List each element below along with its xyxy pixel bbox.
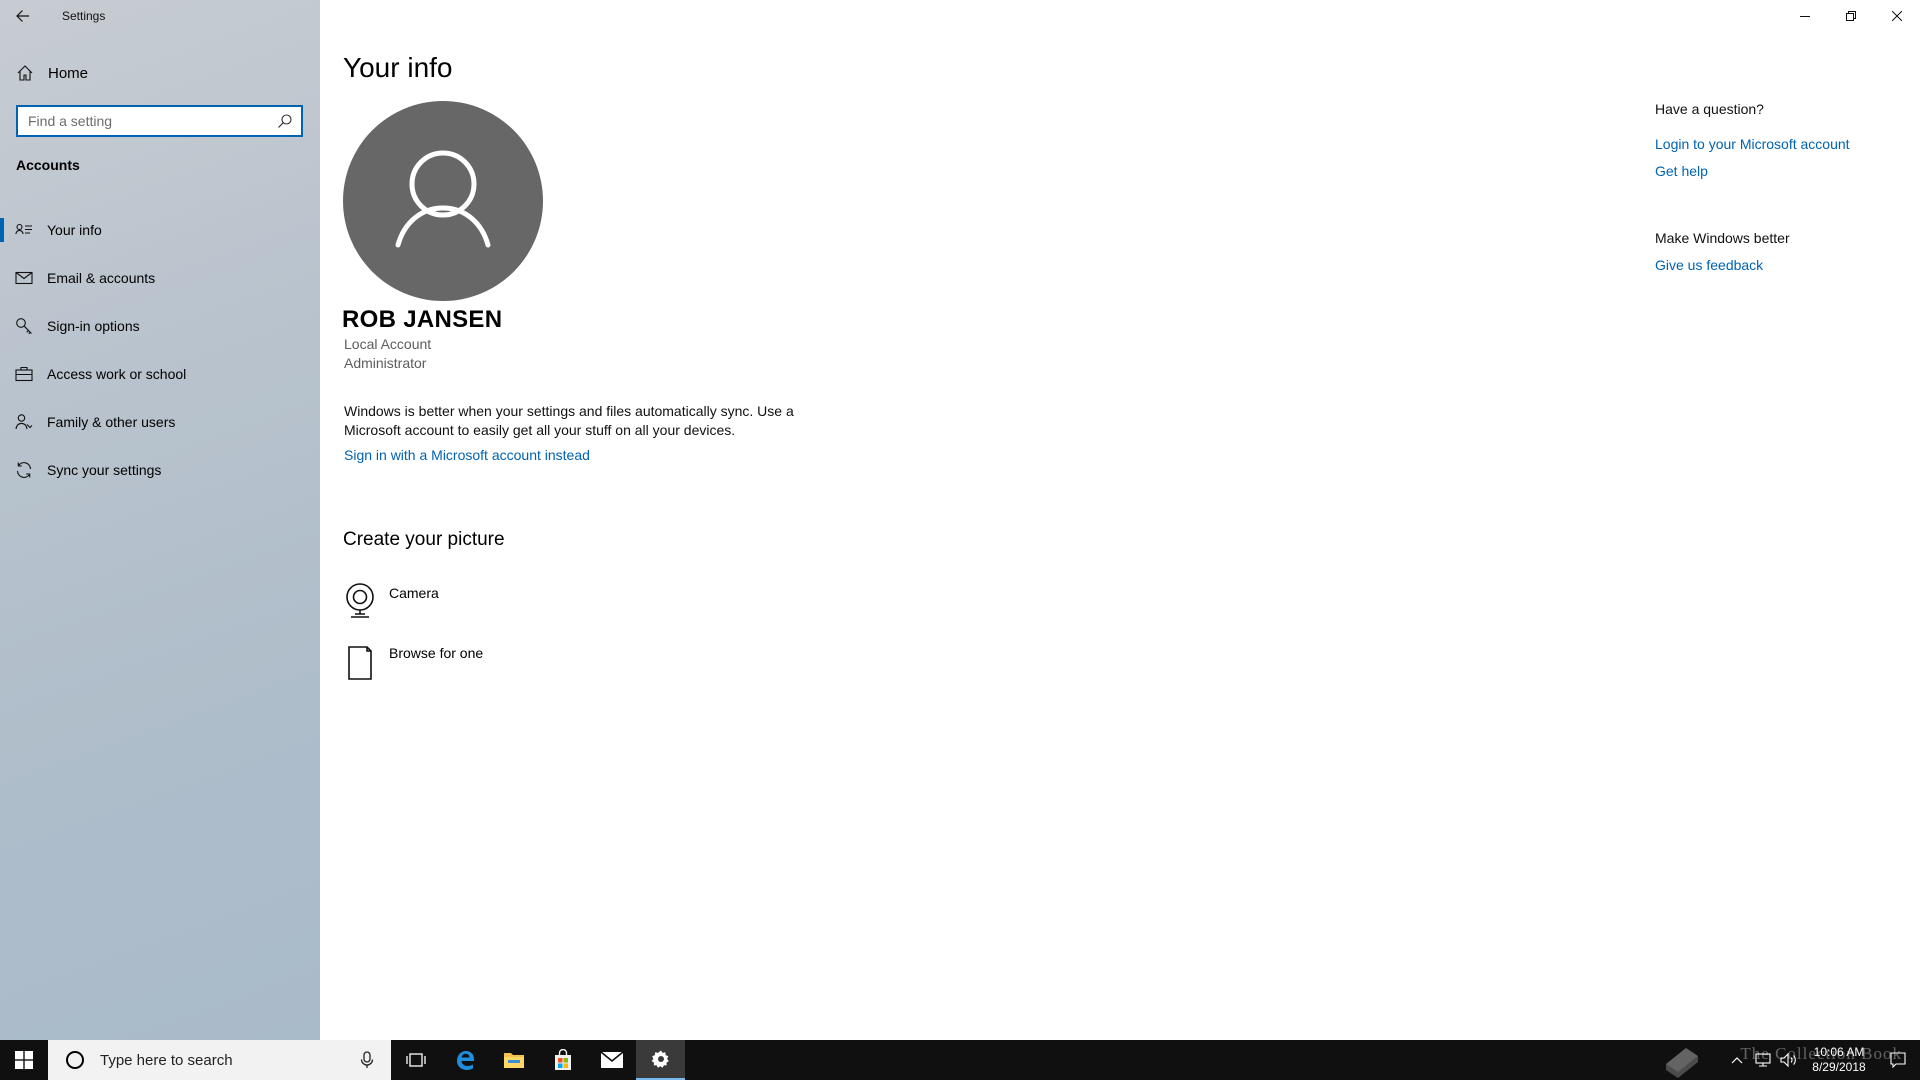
browse-option-label: Browse for one [389, 645, 484, 661]
main-content: Your info ROB JANSEN Local Account Admin… [320, 0, 1920, 1040]
minimize-button[interactable] [1782, 0, 1828, 32]
close-icon [1892, 11, 1902, 21]
microsoft-signin-link[interactable]: Sign in with a Microsoft account instead [344, 447, 590, 463]
restore-icon [1846, 11, 1856, 21]
sidebar-item-email-accounts[interactable]: Email & accounts [0, 254, 320, 302]
sidebar-item-label: Sign-in options [47, 318, 140, 334]
avatar [343, 101, 543, 301]
store-button[interactable] [538, 1040, 587, 1080]
taskbar-search-placeholder: Type here to search [100, 1051, 233, 1069]
folder-icon [503, 1053, 524, 1068]
sidebar-item-sync-settings[interactable]: Sync your settings [0, 446, 320, 494]
sidebar-item-access-work[interactable]: Access work or school [0, 350, 320, 398]
camera-icon [346, 583, 374, 618]
restore-button[interactable] [1828, 0, 1874, 32]
get-help-link[interactable]: Get help [1655, 163, 1708, 179]
edge-browser-button[interactable] [440, 1040, 489, 1080]
make-windows-better-heading: Make Windows better [1655, 230, 1790, 246]
cortana-icon [66, 1051, 84, 1069]
sidebar-item-your-info[interactable]: Your info [0, 206, 320, 254]
system-tray: The Collection Book 10:06 AM 8/29/2018 [1666, 1040, 1920, 1080]
titlebar: Settings [0, 0, 320, 32]
mail-app-button[interactable] [587, 1040, 636, 1080]
sidebar-item-label: Access work or school [47, 366, 187, 382]
account-role: Administrator [344, 355, 427, 371]
document-icon [348, 646, 372, 680]
mail-app-icon [599, 1051, 624, 1068]
edge-icon [456, 1051, 474, 1070]
briefcase-icon [15, 366, 33, 382]
task-view-button[interactable] [391, 1040, 440, 1080]
sidebar-item-label: Home [48, 64, 89, 82]
back-button[interactable] [0, 0, 46, 32]
sidebar-item-home[interactable]: Home [0, 56, 320, 90]
watermark-logo-icon [1666, 1048, 1698, 1078]
sync-message: Windows is better when your settings and… [344, 403, 794, 438]
taskbar-search-box[interactable]: Type here to search [48, 1040, 391, 1080]
start-button[interactable] [0, 1040, 48, 1080]
contact-card-icon [15, 223, 32, 235]
back-arrow-icon [16, 10, 29, 22]
microphone-icon[interactable] [357, 1050, 377, 1070]
taskbar: Type here to search The Collection Book … [0, 1040, 1920, 1080]
sidebar-nav: Your info Email & accounts Sign-in optio… [0, 206, 320, 494]
give-feedback-link[interactable]: Give us feedback [1655, 257, 1763, 273]
sidebar-item-label: Family & other users [47, 414, 176, 430]
gear-icon [651, 1050, 669, 1068]
sidebar-item-label: Email & accounts [47, 270, 156, 286]
browse-option[interactable]: Browse for one [343, 641, 483, 681]
settings-app-button[interactable] [636, 1040, 685, 1080]
file-explorer-button[interactable] [489, 1040, 538, 1080]
search-input[interactable] [18, 107, 277, 135]
login-microsoft-link[interactable]: Login to your Microsoft account [1655, 136, 1850, 152]
key-icon [16, 318, 32, 335]
search-icon[interactable] [277, 113, 293, 129]
section-title: Accounts [16, 157, 80, 173]
close-button[interactable] [1874, 0, 1920, 32]
mail-icon [15, 271, 33, 285]
sidebar-item-sign-in-options[interactable]: Sign-in options [0, 302, 320, 350]
window-controls [1782, 0, 1920, 32]
page-title: Your info [343, 52, 453, 83]
store-bag-icon [554, 1049, 571, 1070]
home-icon [17, 65, 33, 81]
camera-option-label: Camera [389, 585, 439, 601]
sidebar-item-family-users[interactable]: Family & other users [0, 398, 320, 446]
camera-option[interactable]: Camera [343, 581, 439, 621]
search-box[interactable] [16, 105, 303, 137]
sync-icon [16, 462, 32, 478]
question-heading: Have a question? [1655, 101, 1764, 117]
windows-logo-icon [15, 1051, 33, 1069]
sidebar-item-label: Your info [47, 222, 102, 238]
sidebar-item-label: Sync your settings [47, 462, 162, 478]
user-name: ROB JANSEN [342, 306, 503, 333]
app-title: Settings [62, 9, 106, 23]
minimize-icon [1800, 16, 1810, 17]
account-type: Local Account [344, 336, 432, 352]
user-silhouette-icon [395, 150, 491, 248]
task-view-icon [405, 1053, 426, 1067]
create-picture-heading: Create your picture [343, 529, 505, 550]
watermark-text: The Collection Book [1740, 1044, 1902, 1063]
people-icon [15, 414, 33, 430]
sidebar: Settings Home Accounts Your info [0, 0, 320, 1040]
